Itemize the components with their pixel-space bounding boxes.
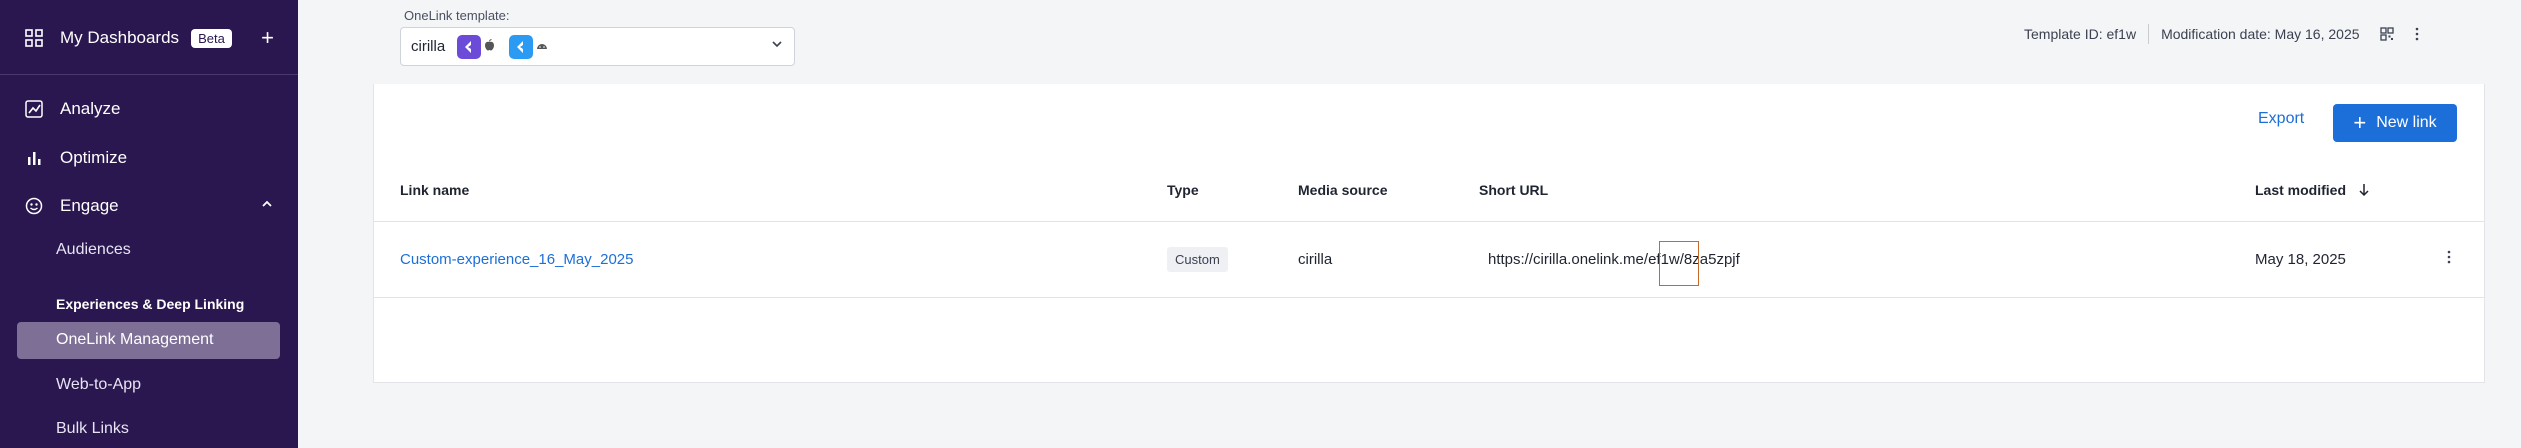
sidebar-item-label: My Dashboards — [60, 28, 180, 47]
app-logo-icon — [457, 34, 482, 59]
sidebar-item-label: OneLink Management — [56, 331, 214, 348]
template-label: OneLink template: — [404, 8, 510, 23]
link-name-cell[interactable]: Custom-experience_16_May_2025 — [400, 251, 633, 268]
plus-icon: + — [2353, 110, 2367, 135]
export-button[interactable]: Export — [2258, 110, 2304, 128]
android-icon — [536, 41, 548, 53]
bar-chart-icon — [24, 148, 44, 168]
chevron-down-icon — [770, 37, 784, 56]
sidebar-divider — [0, 74, 298, 75]
media-source-cell: cirilla — [1298, 251, 1333, 268]
sidebar-item-analyze[interactable]: Analyze — [24, 89, 274, 129]
qr-code-icon[interactable] — [2379, 27, 2394, 41]
short-url-cell[interactable]: https://cirilla.onelink.me/ef1w/8za5zpjf — [1488, 251, 1740, 268]
row-divider — [373, 297, 2485, 298]
column-header-label: Last modified — [2255, 182, 2347, 198]
app-logo-icon — [509, 34, 534, 59]
beta-badge: Beta — [191, 28, 232, 48]
links-card — [373, 84, 2485, 383]
sidebar-item-label: Optimize — [60, 148, 128, 167]
column-header-media-source[interactable]: Media source — [1298, 182, 1387, 198]
column-header-link-name[interactable]: Link name — [400, 182, 469, 198]
sidebar: My Dashboards Beta + Analyze Optimize En… — [0, 0, 298, 448]
highlight-box — [1659, 241, 1699, 286]
type-badge: Custom — [1167, 247, 1228, 272]
sidebar-item-audiences[interactable]: Audiences — [56, 241, 131, 259]
sidebar-group-experiences: Experiences & Deep Linking — [56, 296, 245, 312]
engage-icon — [24, 196, 44, 216]
last-modified-cell: May 18, 2025 — [2255, 251, 2346, 268]
template-select[interactable]: cirilla — [400, 27, 795, 66]
row-more-vertical-icon[interactable] — [2446, 250, 2452, 269]
dashboard-grid-icon — [24, 28, 44, 48]
apple-icon — [484, 39, 495, 54]
sidebar-item-optimize[interactable]: Optimize — [24, 138, 274, 178]
add-dashboard-button[interactable]: + — [261, 27, 274, 49]
header-divider — [373, 221, 2485, 222]
more-vertical-icon[interactable] — [2414, 27, 2420, 41]
new-link-button[interactable]: + New link — [2333, 104, 2457, 142]
column-header-type[interactable]: Type — [1167, 182, 1199, 198]
template-value: cirilla — [411, 38, 446, 55]
sidebar-item-web-to-app[interactable]: Web-to-App — [56, 376, 141, 394]
column-header-short-url[interactable]: Short URL — [1479, 182, 1548, 198]
modification-date: Modification date: May 16, 2025 — [2161, 26, 2360, 42]
sidebar-item-label: Analyze — [60, 99, 121, 118]
new-link-label: New link — [2376, 114, 2437, 131]
sidebar-item-engage[interactable]: Engage — [24, 186, 274, 226]
chevron-up-icon[interactable] — [260, 196, 274, 216]
column-header-last-modified[interactable]: Last modified — [2255, 182, 2370, 200]
arrow-down-icon — [2358, 183, 2370, 200]
meta-divider — [2148, 24, 2150, 44]
sidebar-item-my-dashboards[interactable]: My Dashboards Beta + — [24, 18, 274, 58]
sidebar-item-bulk-links[interactable]: Bulk Links — [56, 420, 129, 438]
template-id: Template ID: ef1w — [2024, 26, 2137, 42]
analyze-icon — [24, 99, 44, 119]
sidebar-item-label: Engage — [60, 196, 119, 215]
template-meta: Template ID: ef1w Modification date: May… — [2024, 24, 2420, 44]
